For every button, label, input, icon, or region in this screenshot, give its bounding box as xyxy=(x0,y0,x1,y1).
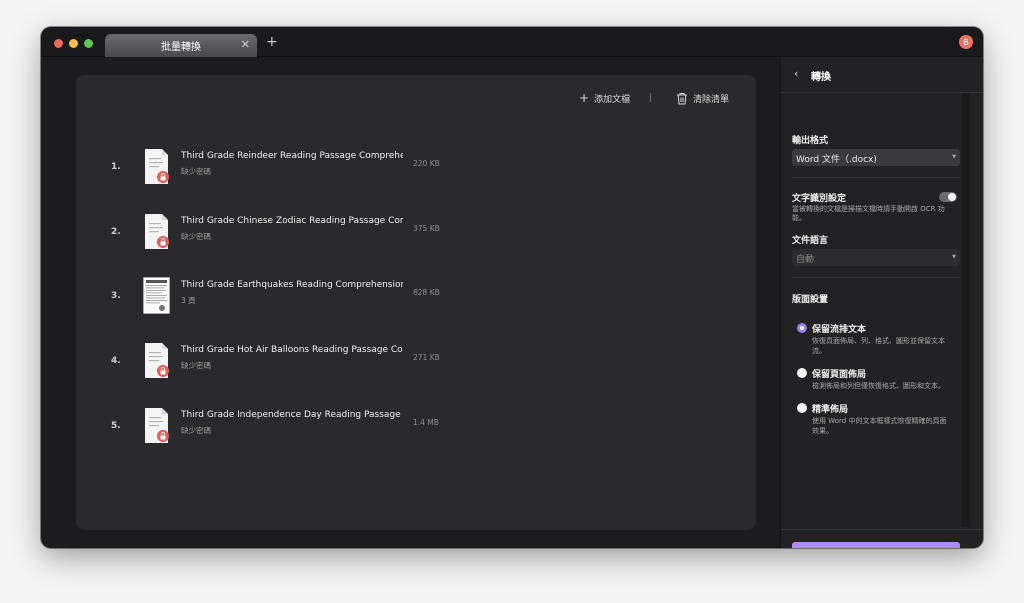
document-language-select[interactable]: 自動 ▼ xyxy=(792,249,960,266)
file-status: 缺少密碼 xyxy=(181,425,211,435)
file-title: Third Grade Reindeer Reading Passage Com… xyxy=(181,151,403,161)
output-format-label: 輸出格式 xyxy=(792,136,829,146)
file-status: 3 頁 xyxy=(181,296,196,306)
file-size: 220 KB xyxy=(413,159,440,168)
row-number: 5. xyxy=(111,420,121,431)
chevron-down-icon: ▼ xyxy=(952,154,956,160)
file-size: 271 KB xyxy=(413,353,440,363)
locked-document-icon xyxy=(143,407,170,444)
tab-batch-convert[interactable]: 批量轉換 ✕ xyxy=(105,34,257,57)
new-tab-button[interactable]: + xyxy=(266,34,278,50)
file-title: Third Grade Independence Day Reading Pas… xyxy=(181,409,403,420)
document-language-label: 文件語言 xyxy=(792,236,829,246)
layout-option-desc: 檢測佈局和列但僅恢復格式、圖形和文本。 xyxy=(812,382,945,390)
zoom-window-button[interactable] xyxy=(84,39,93,48)
footer-divider xyxy=(781,529,983,530)
layout-option-desc: 使用 Word 中的文本框樣式恢復精確的頁面效果。 xyxy=(812,417,947,435)
add-document-label: 添加文檔 xyxy=(594,94,631,105)
plus-icon: + xyxy=(579,91,590,105)
file-row[interactable]: 5. Third Grade Independence Day Reading P… xyxy=(111,407,451,447)
file-title: Third Grade Hot Air Balloons Reading Pas… xyxy=(181,345,403,356)
file-row[interactable]: 4. Third Grade Hot Air Balloons Reading P… xyxy=(111,342,451,382)
avatar[interactable]: B xyxy=(959,35,973,49)
file-row[interactable]: 2. Third Grade Chinese Zodiac Reading Pas… xyxy=(111,213,451,253)
close-icon[interactable]: ✕ xyxy=(241,38,250,51)
section-divider xyxy=(792,177,960,178)
layout-option-desc: 恢復頁面佈局、列、格式、圖形並保留文本流。 xyxy=(812,337,945,355)
section-divider xyxy=(792,277,960,278)
locked-document-icon xyxy=(143,342,170,379)
layout-option-label: 保留流排文本 xyxy=(812,325,867,335)
clear-list-label: 清除清單 xyxy=(693,94,730,105)
convert-settings-sidebar: ‹ 轉換 輸出格式 Word 文件（.docx) ▼ 文字識別設定 當被轉換的文… xyxy=(780,57,983,548)
back-chevron-icon[interactable]: ‹ xyxy=(794,67,798,80)
file-size: 375 KB xyxy=(413,223,440,233)
sidebar-header: ‹ 轉換 xyxy=(781,57,983,93)
file-size: 1.4 MB xyxy=(413,417,439,427)
layout-option-label: 保留頁面佈局 xyxy=(812,370,867,380)
toolbar-divider xyxy=(650,93,651,102)
file-title: Third Grade Chinese Zodiac Reading Passa… xyxy=(181,215,403,226)
clear-list-button[interactable]: 清除清單 xyxy=(676,90,729,106)
close-window-button[interactable] xyxy=(54,39,63,48)
file-list-panel: + 添加文檔 清除清單 1. Third Grade Reindeer Readi… xyxy=(76,75,756,530)
file-status: 缺少密碼 xyxy=(181,167,211,176)
layout-radio-exact[interactable] xyxy=(797,403,807,413)
layout-option-label: 精準佈局 xyxy=(812,405,849,415)
apply-button[interactable]: 套用 xyxy=(792,542,960,548)
row-number: 3. xyxy=(111,291,121,302)
document-preview-thumbnail xyxy=(143,277,170,315)
minimize-window-button[interactable] xyxy=(69,39,78,48)
ocr-description: 當被轉換的文檔是掃描文檔時請手動開啟 OCR 功能。 xyxy=(792,205,945,222)
sidebar-scrollbar[interactable] xyxy=(962,93,970,527)
sidebar-title: 轉換 xyxy=(811,72,831,83)
add-document-button[interactable]: + 添加文檔 xyxy=(579,90,630,106)
ocr-settings-label: 文字識別設定 xyxy=(792,194,847,204)
row-number: 2. xyxy=(111,226,121,237)
row-number: 4. xyxy=(111,356,121,367)
title-bar: 批量轉換 ✕ + B xyxy=(41,27,983,57)
file-title: Third Grade Earthquakes Reading Comprehe… xyxy=(181,280,403,291)
file-status: 缺少密碼 xyxy=(181,231,211,241)
output-format-select[interactable]: Word 文件（.docx) ▼ xyxy=(792,149,960,166)
layout-radio-page[interactable] xyxy=(797,368,807,378)
file-status: 缺少密碼 xyxy=(181,361,211,371)
ocr-toggle[interactable] xyxy=(939,192,957,202)
file-row[interactable]: 3. Third Grade Earthquakes Reading Compre… xyxy=(111,277,451,317)
locked-document-icon xyxy=(143,213,170,250)
row-number: 1. xyxy=(111,162,121,172)
file-size: 828 KB xyxy=(413,288,440,298)
trash-icon xyxy=(677,92,687,104)
output-format-value: Word 文件（.docx) xyxy=(796,155,877,165)
layout-radio-flow[interactable] xyxy=(797,323,807,333)
document-language-value: 自動 xyxy=(796,255,815,265)
locked-document-icon xyxy=(143,148,170,185)
app-window: 批量轉換 ✕ + B + 添加文檔 清除清單 1. Third Grade Rei… xyxy=(41,27,983,548)
chevron-down-icon: ▼ xyxy=(952,254,956,260)
file-row[interactable]: 1. Third Grade Reindeer Reading Passage C… xyxy=(111,148,451,188)
toggle-knob xyxy=(948,193,956,201)
tab-label: 批量轉換 xyxy=(161,42,201,53)
layout-settings-label: 版面設置 xyxy=(792,295,829,305)
